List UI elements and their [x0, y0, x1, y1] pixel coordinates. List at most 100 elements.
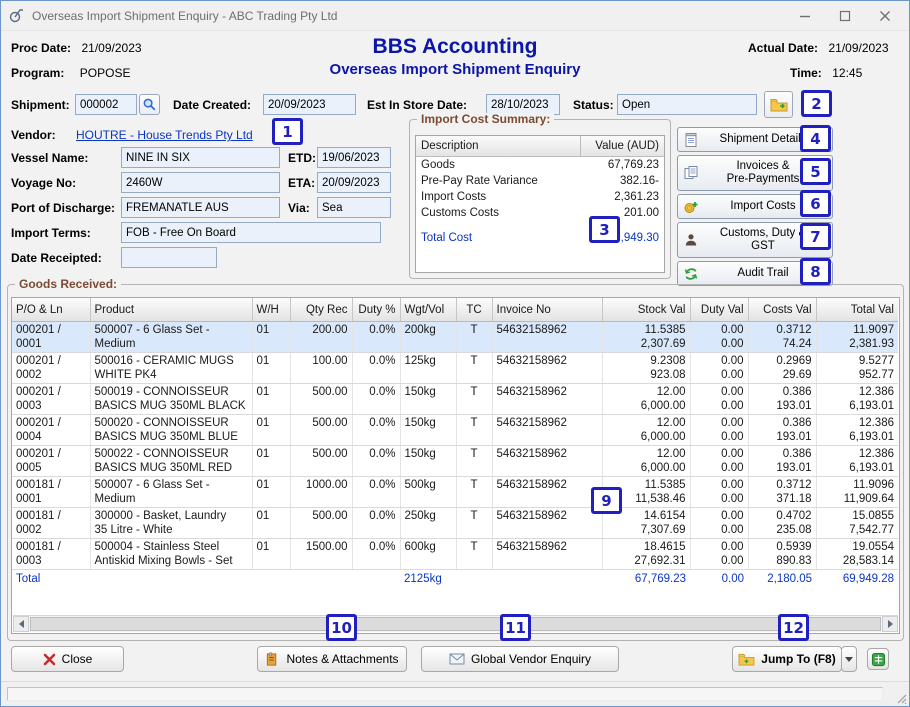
cell-total-val: 11.90972,381.93 [816, 322, 898, 353]
cell-stock-val: 9.2308923.08 [602, 353, 690, 384]
jump-to-dropdown-button[interactable] [841, 646, 857, 672]
cell-line: 7,307.69 [607, 523, 686, 537]
goods-col-total-val: Total Val [816, 298, 898, 322]
cell-line: 500.00 [295, 385, 348, 399]
cell-invoice-no[interactable]: 54632158962 [492, 353, 602, 384]
eta-field[interactable]: 20/09/2023 [317, 172, 391, 193]
cell-line: 0.0% [357, 478, 396, 492]
goods-row[interactable]: 000201 /0002500016 - CERAMIC MUGSWHITE P… [12, 353, 898, 384]
cell-weight-volume: 150kg [400, 415, 456, 446]
minimize-button[interactable] [785, 1, 825, 31]
goods-row[interactable]: 000201 /0003500019 - CONNOISSEURBASICS M… [12, 384, 898, 415]
goods-row[interactable]: 000181 /0002300000 - Basket, Laundry35 L… [12, 508, 898, 539]
cell-line: 12.00 [607, 385, 686, 399]
scroll-right-icon [888, 620, 893, 628]
notes-attachments-button[interactable]: Notes & Attachments [257, 646, 407, 672]
callout-6: 6 [800, 190, 831, 217]
goods-hscrollbar[interactable] [13, 615, 898, 632]
cell-line: BASICS MUG 350ML BLUE [95, 430, 248, 444]
vessel-name-field[interactable]: NINE IN SIX [121, 147, 280, 168]
status-field[interactable]: Open [617, 94, 757, 115]
voyage-no-field[interactable]: 2460W [121, 172, 280, 193]
cost-summary-header: Description Value (AUD) [416, 136, 664, 157]
close-x-icon [43, 653, 56, 666]
cell-duty-percent: 0.0% [352, 539, 400, 570]
cell-line: 54632158962 [497, 385, 598, 399]
goods-row[interactable]: 000181 /0003500004 - Stainless SteelAnti… [12, 539, 898, 570]
cell-line: 000201 / [16, 416, 86, 430]
cell-line: 000201 / [16, 447, 86, 461]
cell-line: 193.01 [753, 461, 812, 475]
cell-line: 0.386 [753, 385, 812, 399]
cell-warehouse: 01 [252, 322, 290, 353]
cell-line: 0.00 [695, 461, 744, 475]
status-label: Status: [573, 98, 614, 112]
jump-to-button[interactable]: Jump To (F8) [732, 646, 842, 672]
import-terms-field[interactable]: FOB - Free On Board [121, 222, 381, 243]
cell-invoice-no[interactable]: 54632158962 [492, 539, 602, 570]
scroll-left-button[interactable] [13, 616, 29, 632]
global-vendor-enquiry-button[interactable]: Global Vendor Enquiry [421, 646, 619, 672]
browse-shipments-button[interactable] [764, 91, 793, 118]
cell-invoice-no[interactable]: 54632158962 [492, 508, 602, 539]
voyage-no-label: Voyage No: [11, 176, 76, 190]
cell-line: 9.2308 [607, 354, 686, 368]
goods-row[interactable]: 000201 /0005500022 - CONNOISSEURBASICS M… [12, 446, 898, 477]
cell-costs-val: 0.3712371.18 [748, 477, 816, 508]
empty-cell [290, 570, 352, 589]
cell-weight-volume: 150kg [400, 446, 456, 477]
excel-export-button[interactable] [867, 648, 889, 670]
cell-line: T [461, 509, 488, 523]
cell-line: 923.08 [607, 368, 686, 382]
cell-product: 500022 - CONNOISSEURBASICS MUG 350ML RED [90, 446, 252, 477]
scroll-thumb[interactable] [30, 617, 881, 631]
cell-line: 500kg [405, 478, 452, 492]
cell-duty-val: 0.000.00 [690, 415, 748, 446]
resize-grip[interactable] [895, 692, 907, 704]
cell-invoice-no[interactable]: 54632158962 [492, 415, 602, 446]
cell-invoice-no[interactable]: 54632158962 [492, 446, 602, 477]
callout-10: 10 [326, 614, 357, 641]
goods-row[interactable]: 000181 /0001500007 - 6 Glass Set -Medium… [12, 477, 898, 508]
scroll-right-button[interactable] [882, 616, 898, 632]
shipment-label: Shipment: [11, 98, 70, 112]
port-of-discharge-field[interactable]: FREMANATLE AUS [121, 197, 280, 218]
cell-line: 12.386 [821, 447, 895, 461]
goods-col-stock-val: Stock Val [602, 298, 690, 322]
cell-warehouse: 01 [252, 477, 290, 508]
close-button[interactable]: Close [11, 646, 124, 672]
total-duty-val: 0.00 [690, 570, 748, 589]
via-field[interactable]: Sea [317, 197, 391, 218]
app-window: Overseas Import Shipment Enquiry - ABC T… [0, 0, 910, 707]
folder-open-icon [770, 97, 788, 112]
date-receipted-field[interactable] [121, 247, 217, 268]
maximize-button[interactable] [825, 1, 865, 31]
date-created-field[interactable]: 20/09/2023 [263, 94, 356, 115]
cell-line: 890.83 [753, 554, 812, 568]
global-vendor-enquiry-label: Global Vendor Enquiry [471, 652, 591, 666]
vendor-link[interactable]: HOUTRE - House Trends Pty Ltd [76, 128, 253, 142]
goods-row[interactable]: 000201 /0001500007 - 6 Glass Set -Medium… [12, 322, 898, 353]
cell-line: 150kg [405, 416, 452, 430]
empty-cell [352, 570, 400, 589]
cell-invoice-no[interactable]: 54632158962 [492, 384, 602, 415]
customs-person-icon [683, 232, 699, 248]
cell-line: 19.0554 [821, 540, 895, 554]
close-window-button[interactable] [865, 1, 905, 31]
cell-line: 500004 - Stainless Steel [95, 540, 248, 554]
shipment-field[interactable]: 000002 [75, 94, 137, 115]
shipment-search-button[interactable] [139, 94, 160, 115]
cell-duty-percent: 0.0% [352, 415, 400, 446]
cell-line: 500007 - 6 Glass Set - [95, 478, 248, 492]
etd-field[interactable]: 19/06/2023 [317, 147, 391, 168]
cell-invoice-no[interactable]: 54632158962 [492, 477, 602, 508]
cell-line: 0001 [16, 492, 86, 506]
goods-col-qty-received: Qty Rec [290, 298, 352, 322]
cell-invoice-no[interactable]: 54632158962 [492, 322, 602, 353]
goods-row[interactable]: 000201 /0004500020 - CONNOISSEURBASICS M… [12, 415, 898, 446]
cell-qty-received: 500.00 [290, 508, 352, 539]
cell-line: 0002 [16, 523, 86, 537]
cost-col-description: Description [416, 140, 580, 152]
notepad-icon [683, 132, 699, 148]
cell-line: 6,000.00 [607, 430, 686, 444]
